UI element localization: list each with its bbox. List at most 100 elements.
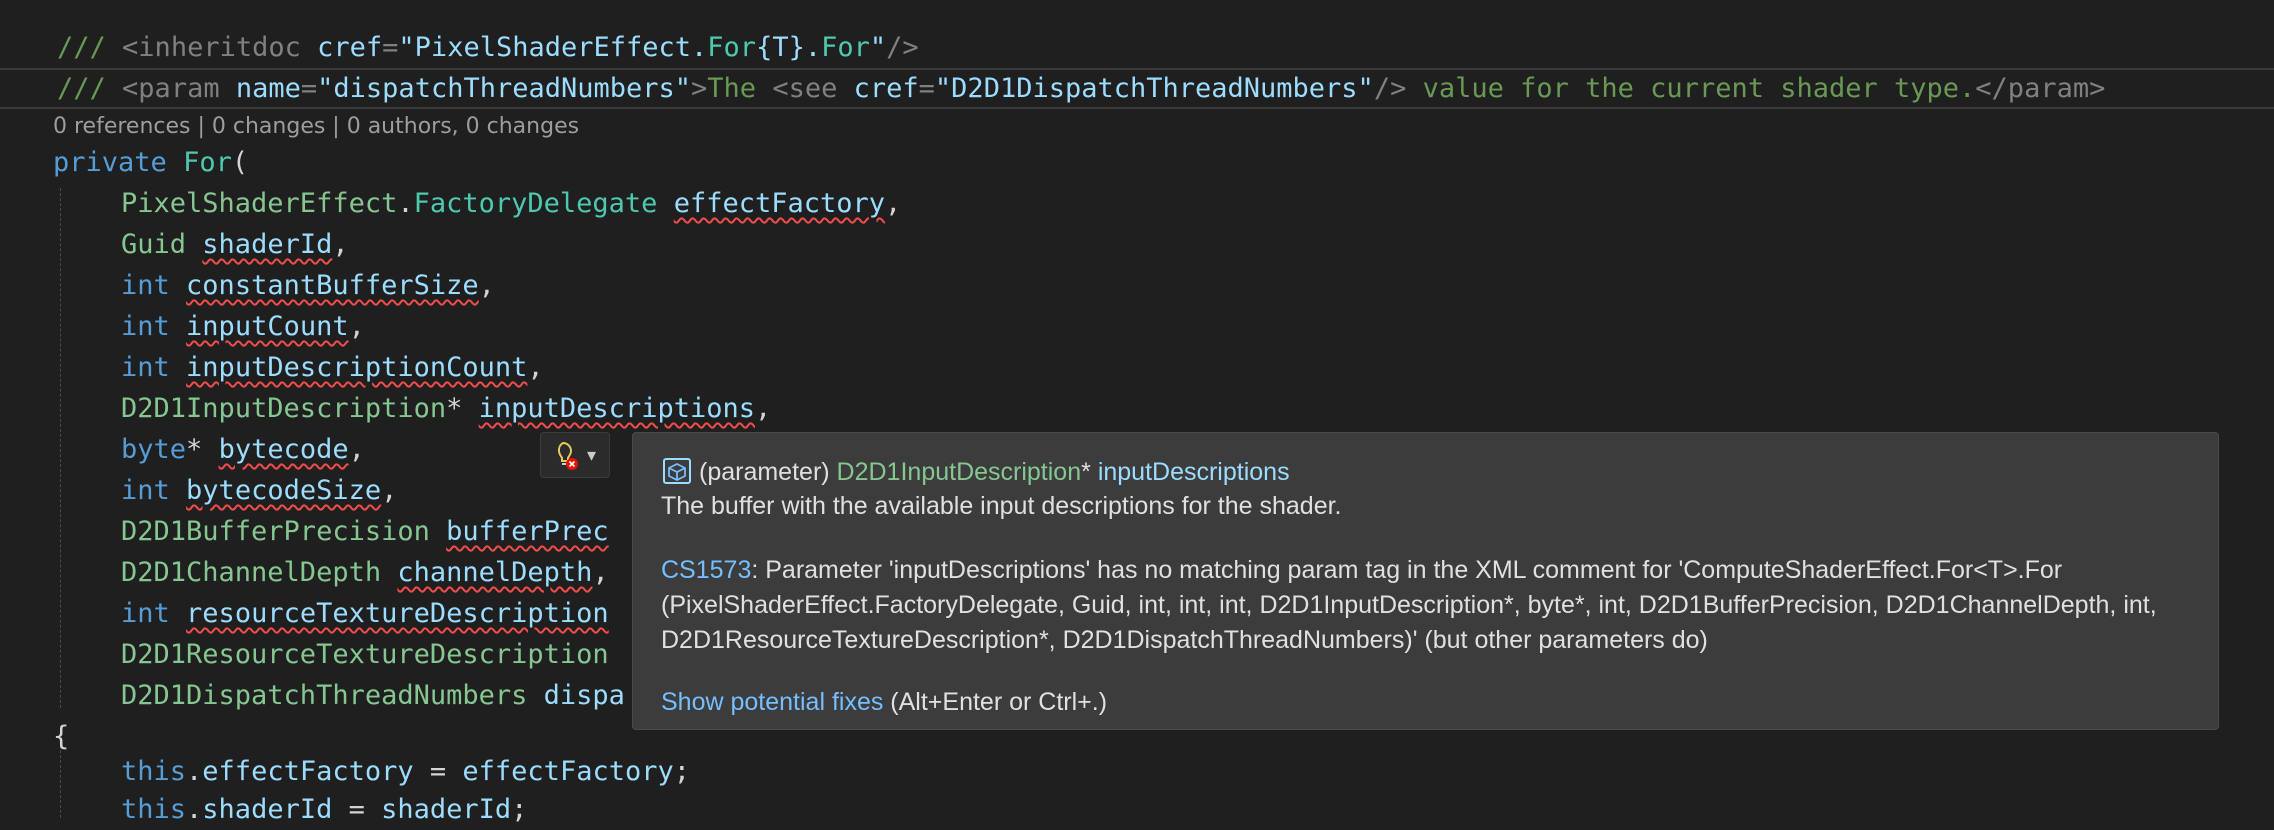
- code-line[interactable]: int inputDescriptionCount,: [121, 348, 544, 388]
- keyword: byte: [121, 434, 187, 465]
- symbol-kind: (parameter): [699, 458, 830, 486]
- method-name: For: [183, 147, 232, 178]
- field-name: effectFactory: [202, 756, 414, 787]
- xml-attr: cref: [853, 73, 919, 104]
- code-line[interactable]: Guid shaderId,: [121, 225, 349, 265]
- xml-value: "D2D1DispatchThreadNumbers": [934, 73, 1374, 104]
- xml-eq: =: [382, 32, 399, 63]
- comment-text: value for the current shader type.: [1406, 73, 1976, 104]
- comma: ,: [527, 352, 544, 383]
- paren: (: [231, 147, 249, 178]
- keyword: int: [121, 475, 170, 506]
- assign: =: [413, 756, 463, 787]
- pointer-star: *: [1081, 458, 1091, 486]
- type-name: PixelShaderEffect: [121, 188, 398, 219]
- xml-tag: <see: [772, 73, 838, 104]
- comma: ,: [754, 393, 772, 424]
- xml-value: {T}: [756, 32, 805, 63]
- doc-comment-line-2[interactable]: /// <param name="dispatchThreadNumbers">…: [57, 69, 2105, 109]
- quick-actions-button[interactable]: ▾: [540, 432, 610, 478]
- xml-value: "PixelShaderEffect.: [398, 32, 708, 63]
- code-line[interactable]: this.shaderId = shaderId;: [121, 790, 527, 830]
- indent-guide: [60, 188, 61, 708]
- xml-attr: name: [235, 73, 301, 104]
- lightbulb-error-icon: [557, 441, 578, 470]
- parameter-name: inputDescriptions: [478, 393, 755, 424]
- keyword: int: [121, 352, 170, 383]
- xml-value: "dispatchThreadNumbers": [317, 73, 692, 104]
- parameter-name: inputDescriptionCount: [186, 352, 528, 383]
- comma: ,: [885, 188, 902, 219]
- comment-slashes: ///: [57, 73, 106, 104]
- keyword: int: [121, 270, 170, 301]
- code-line[interactable]: PixelShaderEffect.FactoryDelegate effect…: [121, 184, 901, 224]
- assign: =: [332, 794, 382, 825]
- code-line[interactable]: private For(: [53, 143, 248, 183]
- hover-tooltip: (parameter) D2D1InputDescription* inputD…: [632, 432, 2219, 730]
- fix-shortcut: (Alt+Enter or Ctrl+.): [883, 688, 1108, 716]
- code-line[interactable]: D2D1ResourceTextureDescription: [121, 635, 609, 675]
- codelens[interactable]: 0 references | 0 changes | 0 authors, 0 …: [53, 111, 579, 143]
- dot: .: [186, 756, 203, 787]
- comma: ,: [592, 557, 609, 588]
- dot: .: [186, 794, 203, 825]
- type-name: Guid: [121, 229, 187, 260]
- symbol-type: D2D1InputDescription: [836, 458, 1082, 486]
- indent-guide: [60, 750, 61, 818]
- code-line[interactable]: D2D1DispatchThreadNumbers dispa: [121, 676, 625, 716]
- xml-gt: >: [691, 73, 708, 104]
- comma: ,: [332, 229, 349, 260]
- parameter-name: bufferPrec: [446, 516, 609, 547]
- parameter-name: effectFactory: [462, 756, 674, 787]
- parameter-name: channelDepth: [397, 557, 593, 588]
- parameter-name: bytecode: [218, 434, 349, 465]
- parameter-name: effectFactory: [673, 188, 886, 219]
- parameter-name: resourceTextureDescription: [186, 598, 609, 629]
- parameter-name: constantBufferSize: [186, 270, 479, 301]
- type-name: D2D1InputDescription: [121, 393, 447, 424]
- parameter-name: shaderId: [381, 794, 512, 825]
- code-line[interactable]: this.effectFactory = effectFactory;: [121, 752, 690, 792]
- comment-slashes: ///: [57, 32, 106, 63]
- xml-eq: =: [300, 73, 318, 104]
- pointer-star: *: [186, 434, 203, 465]
- tooltip-fixes: Show potential fixes (Alt+Enter or Ctrl+…: [661, 685, 1107, 719]
- code-line[interactable]: byte* bytecode,: [121, 430, 365, 470]
- type-name: FactoryDelegate: [413, 188, 658, 219]
- error-code-link[interactable]: CS1573: [661, 556, 751, 584]
- code-line[interactable]: D2D1ChannelDepth channelDepth,: [121, 553, 609, 593]
- parameter-name: shaderId: [202, 229, 333, 260]
- parameter-name: bytecodeSize: [186, 475, 382, 506]
- code-line[interactable]: D2D1InputDescription* inputDescriptions,: [121, 389, 771, 429]
- error-text: : Parameter 'inputDescriptions' has no m…: [661, 556, 2157, 654]
- semicolon: ;: [673, 756, 690, 787]
- code-line[interactable]: D2D1BufferPrecision bufferPrec: [121, 512, 609, 552]
- keyword: private: [53, 147, 167, 178]
- show-potential-fixes-link[interactable]: Show potential fixes: [661, 688, 883, 716]
- code-line[interactable]: int resourceTextureDescription: [121, 594, 609, 634]
- comment-text: The: [707, 73, 773, 104]
- type-name: D2D1ChannelDepth: [121, 557, 382, 588]
- code-line[interactable]: int bytecodeSize,: [121, 471, 397, 511]
- xml-attr: cref: [317, 32, 383, 63]
- tooltip-signature: (parameter) D2D1InputDescription* inputD…: [661, 455, 1290, 489]
- code-line[interactable]: int constantBufferSize,: [121, 266, 495, 306]
- doc-comment-line-1[interactable]: /// <inheritdoc cref="PixelShaderEffect.…: [57, 28, 919, 68]
- code-line[interactable]: {: [53, 717, 69, 757]
- pointer-star: *: [446, 393, 463, 424]
- xml-tag-close: />: [1373, 73, 1407, 104]
- tooltip-summary: The buffer with the available input desc…: [661, 492, 1342, 520]
- type-name: D2D1BufferPrecision: [121, 516, 430, 547]
- xml-value: For: [821, 32, 870, 63]
- symbol-name: inputDescriptions: [1097, 458, 1290, 486]
- open-brace: {: [53, 721, 70, 752]
- dot: .: [397, 188, 414, 219]
- xml-value: For: [707, 32, 757, 63]
- comma: ,: [381, 475, 398, 506]
- parameter-name: dispa: [543, 680, 625, 711]
- field-name: shaderId: [202, 794, 333, 825]
- semicolon: ;: [511, 794, 528, 825]
- keyword: int: [121, 311, 170, 342]
- code-line[interactable]: int inputCount,: [121, 307, 365, 347]
- parameter-cube-icon: [663, 458, 691, 484]
